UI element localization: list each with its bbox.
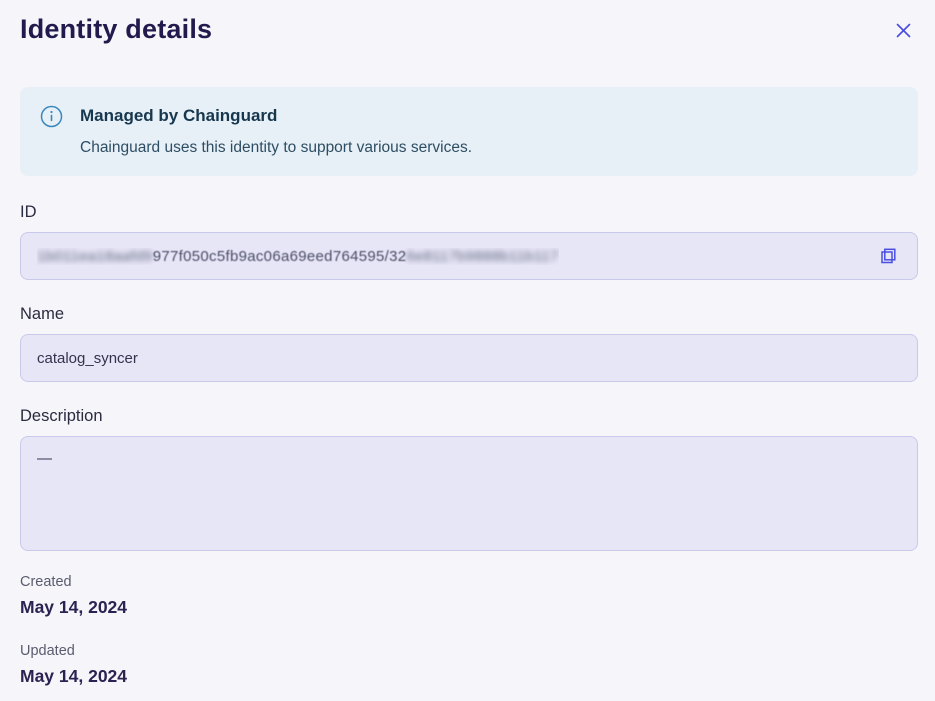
id-label: ID xyxy=(20,201,918,223)
created-label: Created xyxy=(20,572,918,592)
name-input[interactable] xyxy=(20,334,918,382)
panel-header: Identity details xyxy=(20,0,918,45)
id-value-masked-start: 1b011ea18aafd9 xyxy=(37,248,153,265)
info-icon xyxy=(40,105,63,128)
close-icon xyxy=(892,30,915,45)
id-value-masked-end: 6e8117b9888b11b117 xyxy=(406,248,558,265)
close-button[interactable] xyxy=(889,16,918,45)
copy-icon xyxy=(878,255,899,270)
identity-details-panel: Identity details Managed by Chainguard C… xyxy=(0,0,935,687)
id-value-visible: 977f050c5fb9ac06a69eed764595/32 xyxy=(153,248,407,265)
banner-body: Chainguard uses this identity to support… xyxy=(80,138,472,157)
description-input[interactable]: — xyxy=(20,436,918,551)
description-label: Description xyxy=(20,405,918,427)
page-title: Identity details xyxy=(20,13,212,45)
managed-by-banner: Managed by Chainguard Chainguard uses th… xyxy=(20,87,918,176)
id-value: 1b011ea18aafd9977f050c5fb9ac06a69eed7645… xyxy=(37,248,559,265)
id-field[interactable]: 1b011ea18aafd9977f050c5fb9ac06a69eed7645… xyxy=(20,232,918,280)
updated-value: May 14, 2024 xyxy=(20,665,918,687)
created-value: May 14, 2024 xyxy=(20,596,918,618)
name-label: Name xyxy=(20,303,918,325)
copy-id-button[interactable] xyxy=(876,244,901,269)
updated-label: Updated xyxy=(20,641,918,661)
banner-title: Managed by Chainguard xyxy=(80,105,472,126)
banner-content: Managed by Chainguard Chainguard uses th… xyxy=(80,105,472,157)
